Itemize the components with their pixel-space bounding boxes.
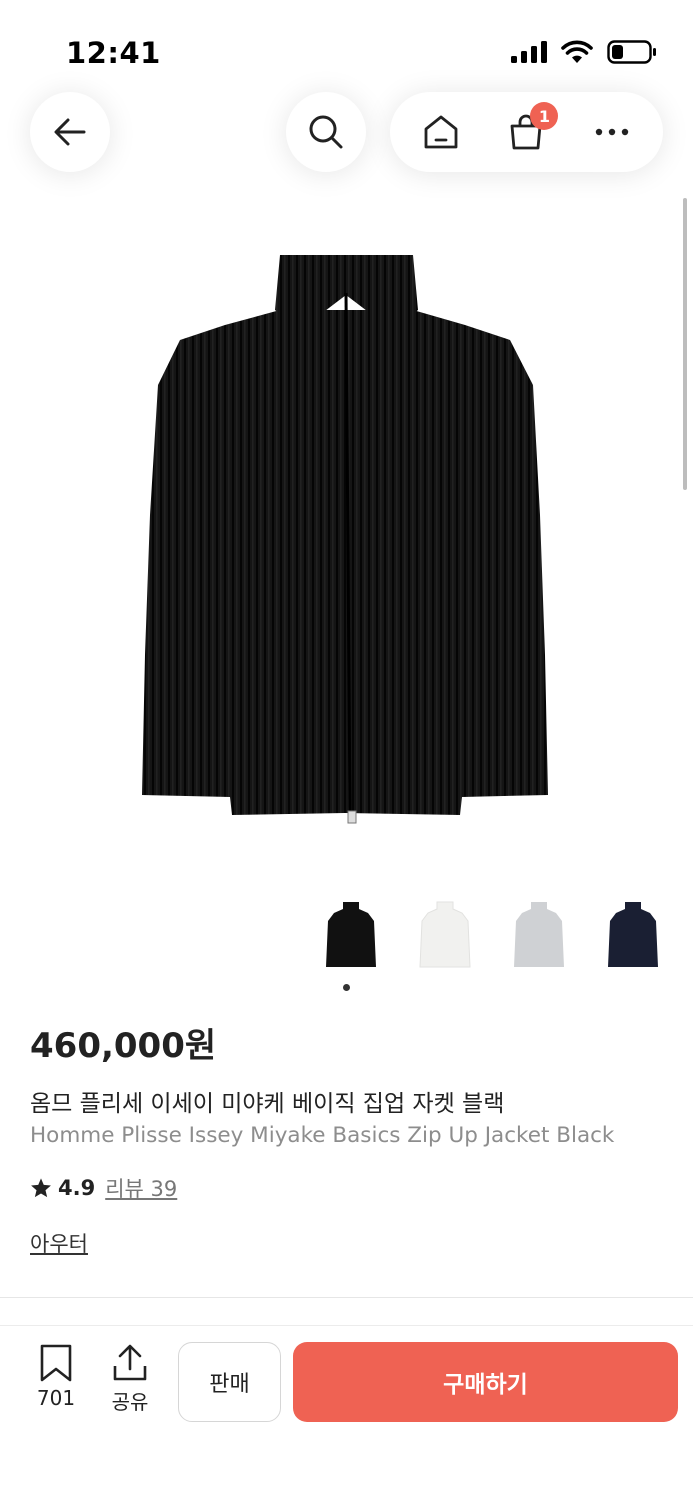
wifi-icon <box>561 40 593 63</box>
back-button[interactable] <box>30 92 110 172</box>
home-button[interactable] <box>406 97 476 167</box>
color-thumbnails <box>321 895 663 975</box>
product-rating: 4.9 리뷰 39 <box>30 1173 177 1203</box>
buy-button[interactable]: 구매하기 <box>293 1342 678 1422</box>
jacket-thumbnail-light-grey <box>514 902 564 967</box>
search-icon <box>309 115 343 149</box>
cart-button[interactable]: 1 <box>491 97 561 167</box>
thumbnail-black[interactable] <box>321 895 381 975</box>
review-link[interactable]: 리뷰 39 <box>105 1173 177 1203</box>
battery-icon <box>607 40 656 64</box>
jacket-thumbnail-white <box>419 901 471 968</box>
cart-count-badge: 1 <box>530 102 559 130</box>
jacket-thumbnail-navy <box>608 902 658 967</box>
jacket-image <box>142 255 548 824</box>
thumbnail-indicator-dot <box>343 984 350 991</box>
thumbnail-white[interactable] <box>415 895 475 975</box>
category-link[interactable]: 아우터 <box>30 1228 88 1258</box>
arrow-left-icon <box>54 118 86 146</box>
share-label: 공유 <box>111 1390 149 1414</box>
jacket-thumbnail-black <box>326 902 376 967</box>
thumbnail-navy[interactable] <box>603 895 663 975</box>
share-icon <box>113 1344 147 1381</box>
search-button[interactable] <box>286 92 366 172</box>
more-button[interactable] <box>577 97 647 167</box>
star-icon <box>31 1178 51 1198</box>
product-title-english: Homme Plisse Issey Miyake Basics Zip Up … <box>30 1123 615 1148</box>
home-icon <box>424 115 458 149</box>
product-price: 460,000원 <box>30 1026 217 1066</box>
product-image[interactable] <box>0 215 693 855</box>
more-horizontal-icon <box>595 128 629 136</box>
share-button[interactable]: 공유 <box>100 1344 160 1415</box>
rating-value: 4.9 <box>58 1176 96 1200</box>
bookmark-button[interactable]: 701 <box>26 1344 86 1410</box>
bookmark-icon <box>40 1344 72 1382</box>
status-icons <box>511 40 657 64</box>
bottom-action-bar: 701 공유 판매 구매하기 <box>0 1325 693 1500</box>
status-bar: 12:41 <box>0 0 693 92</box>
section-divider <box>0 1297 693 1298</box>
nav-actions: 1 <box>390 92 663 172</box>
product-title-korean: 옴므 플리세 이세이 미야케 베이직 집업 자켓 블랙 <box>30 1091 505 1117</box>
bookmark-count: 701 <box>36 1386 76 1410</box>
cellular-signal-icon <box>511 41 547 63</box>
sell-button[interactable]: 판매 <box>178 1342 281 1422</box>
status-time: 12:41 <box>66 36 161 70</box>
thumbnail-light-grey[interactable] <box>509 895 569 975</box>
